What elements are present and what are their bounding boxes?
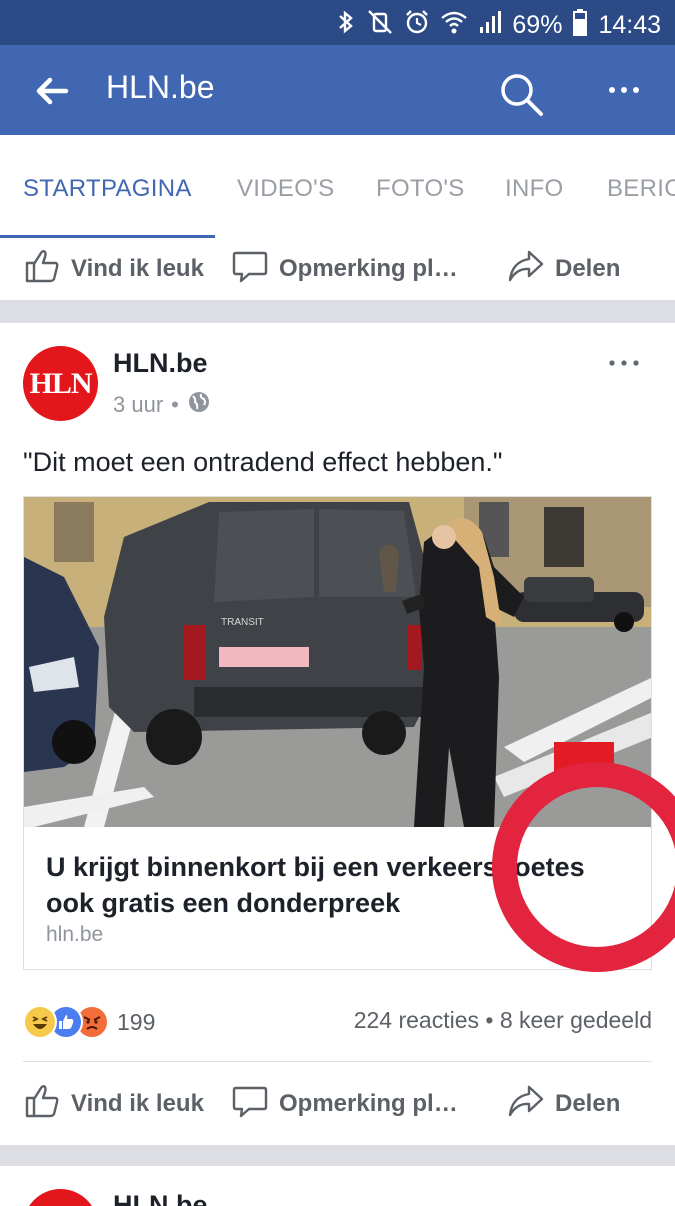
like-button[interactable]: Vind ik leuk	[23, 1073, 204, 1135]
haha-reaction-icon	[23, 1005, 57, 1039]
post-card: HLN HLN.be 3 uur • "Dit moet een ontrade…	[0, 323, 675, 1145]
share-button[interactable]: Delen	[507, 1073, 620, 1135]
share-arrow-icon	[507, 1082, 545, 1127]
page-tabs: STARTPAGINA VIDEO'S FOTO'S INFO BERIC	[0, 135, 675, 240]
post-text: "Dit moet een ontradend effect hebben."	[23, 447, 503, 477]
globe-icon	[187, 390, 211, 420]
next-post-avatar[interactable]	[23, 1189, 98, 1206]
like-label: Vind ik leuk	[71, 1090, 204, 1117]
comment-bubble-icon	[231, 1082, 269, 1127]
like-button[interactable]: Vind ik leuk	[23, 238, 204, 300]
share-label: Delen	[555, 255, 621, 282]
page-title: HLN.be	[106, 69, 215, 105]
post-options-icon[interactable]	[606, 353, 642, 373]
clock: 14:43	[598, 11, 661, 39]
post-author[interactable]: HLN.be	[113, 348, 208, 379]
post-time[interactable]: 3 uur	[113, 392, 163, 418]
tab-startpagina[interactable]: STARTPAGINA	[23, 175, 192, 203]
more-icon[interactable]	[606, 75, 642, 105]
tab-info[interactable]: INFO	[505, 175, 564, 203]
wifi-icon	[440, 9, 468, 42]
tab-berichten[interactable]: BERIC	[607, 175, 675, 203]
next-post-card: HLN.be	[0, 1166, 675, 1206]
share-arrow-icon	[507, 247, 545, 292]
tab-fotos[interactable]: FOTO'S	[376, 175, 465, 203]
comment-bubble-icon	[231, 247, 269, 292]
hln-logo-text: HLN	[29, 366, 92, 400]
app-bar: HLN.be	[0, 45, 675, 135]
comment-label: Opmerking pl…	[279, 1090, 458, 1117]
alarm-icon	[404, 9, 430, 42]
status-bar: 69% 14:43	[0, 0, 675, 45]
signal-icon	[478, 9, 502, 42]
avatar[interactable]: HLN	[23, 346, 98, 421]
vibrate-mute-icon	[366, 9, 394, 42]
previous-post-action-bar: Vind ik leuk Opmerking pl… Delen	[0, 238, 675, 300]
battery-icon	[572, 8, 588, 43]
comments-shares-count[interactable]: 224 reacties • 8 keer gedeeld	[354, 1007, 652, 1034]
share-label: Delen	[555, 1090, 621, 1117]
article-domain: hln.be	[46, 923, 104, 946]
reaction-summary[interactable]: 199	[23, 1005, 155, 1039]
battery-percentage: 69%	[512, 11, 563, 39]
tab-videos[interactable]: VIDEO'S	[237, 175, 334, 203]
van-model-text: TRANSIT	[221, 617, 264, 628]
search-icon[interactable]	[498, 71, 544, 117]
post-action-bar: Vind ik leuk Opmerking pl… Delen	[0, 1073, 675, 1135]
comment-label: Opmerking pl…	[279, 255, 458, 282]
like-label: Vind ik leuk	[71, 255, 204, 282]
next-post-author[interactable]: HLN.be	[113, 1190, 208, 1206]
thumbs-up-icon	[23, 247, 61, 292]
divider	[23, 1061, 652, 1062]
post-meta: 3 uur •	[113, 390, 211, 420]
bluetooth-icon	[336, 9, 356, 42]
thumbs-up-icon	[23, 1082, 61, 1127]
reaction-count: 199	[117, 1008, 156, 1035]
share-button[interactable]: Delen	[507, 238, 620, 300]
comment-button[interactable]: Opmerking pl…	[231, 1073, 458, 1135]
meta-separator: •	[171, 392, 179, 417]
comment-button[interactable]: Opmerking pl…	[231, 238, 458, 300]
back-arrow-icon[interactable]	[34, 73, 70, 109]
